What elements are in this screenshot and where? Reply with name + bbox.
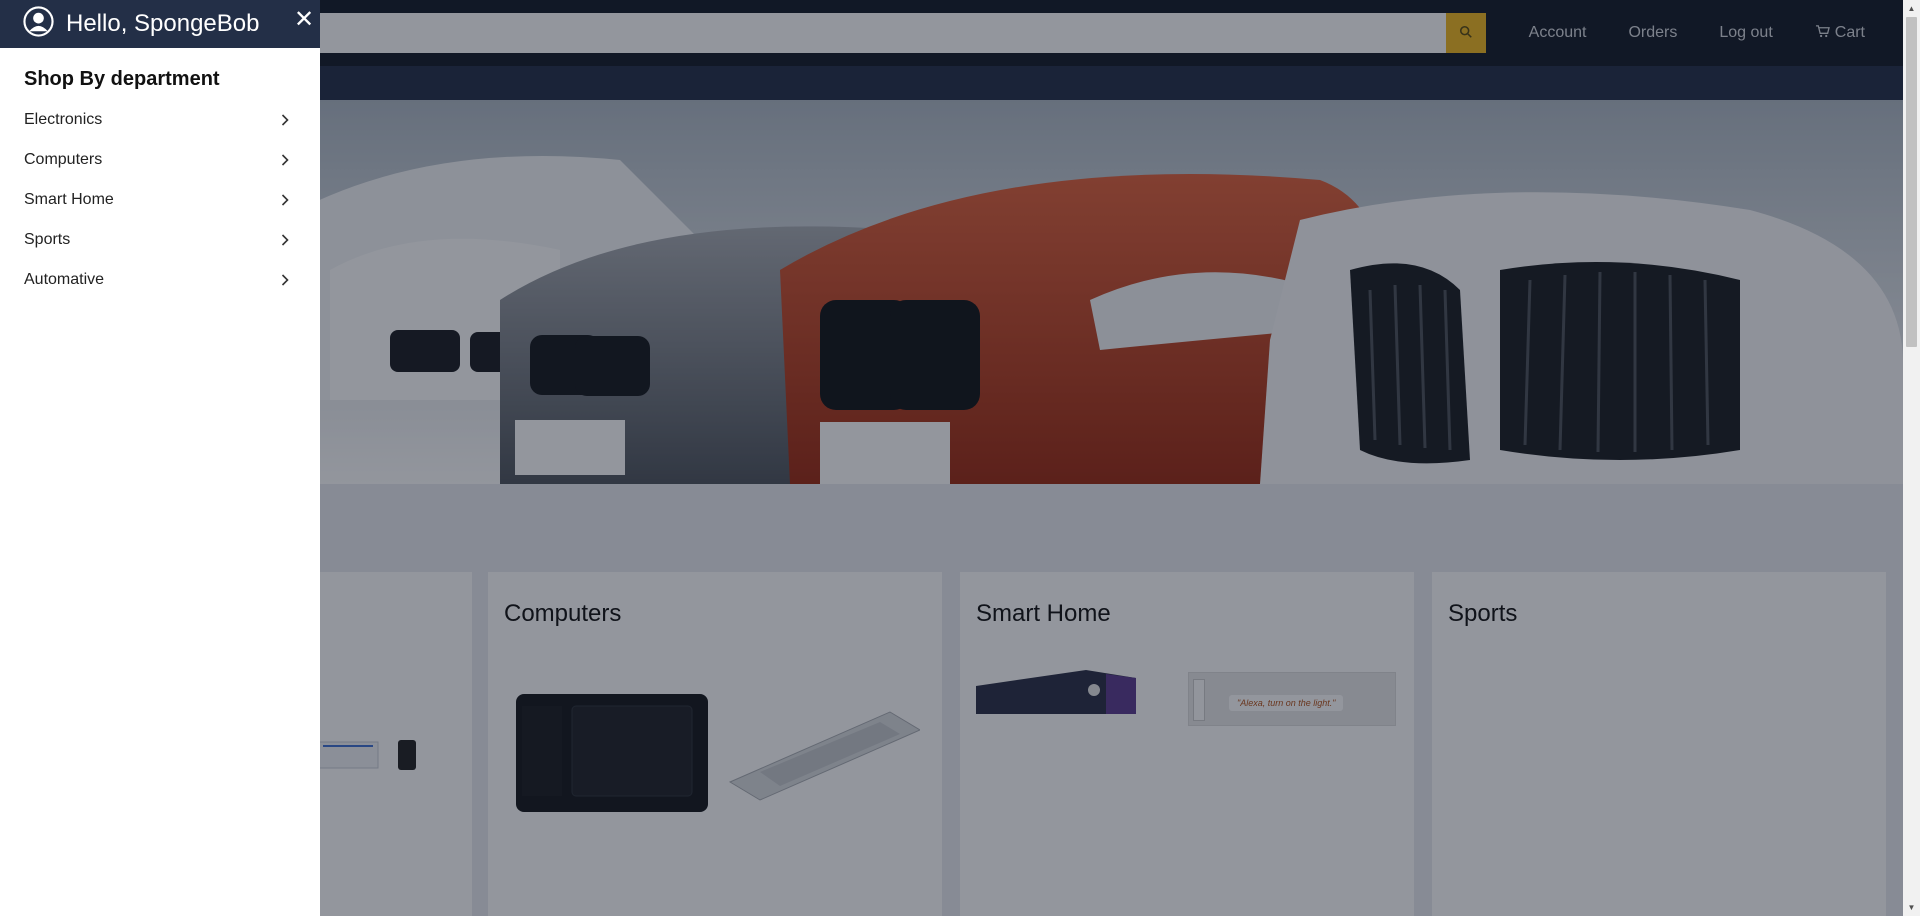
sidebar-item-label: Electronics bbox=[24, 111, 103, 128]
chevron-right-icon bbox=[280, 273, 290, 287]
scroll-thumb[interactable] bbox=[1906, 17, 1917, 347]
chevron-right-icon bbox=[280, 153, 290, 167]
greeting-text: Hello, SpongeBob bbox=[66, 10, 260, 37]
scroll-down-arrow[interactable]: ▼ bbox=[1903, 899, 1920, 916]
user-circle-icon bbox=[23, 6, 54, 42]
chevron-right-icon bbox=[280, 113, 290, 127]
chevron-right-icon bbox=[280, 193, 290, 207]
sidebar-item-label: Sports bbox=[24, 231, 71, 248]
sidebar-item-label: Smart Home bbox=[24, 191, 114, 208]
sidebar-item-electronics[interactable]: Electronics bbox=[0, 100, 320, 140]
page-scrollbar[interactable]: ▲ ▼ bbox=[1903, 0, 1920, 916]
sidebar-item-sports[interactable]: Sports bbox=[0, 220, 320, 260]
department-list: Electronics Computers Smart Home Sports … bbox=[0, 100, 320, 300]
scroll-up-arrow[interactable]: ▲ bbox=[1903, 0, 1920, 17]
chevron-right-icon bbox=[280, 233, 290, 247]
sidebar-header: Hello, SpongeBob ✕ bbox=[0, 0, 320, 48]
sidebar-item-computers[interactable]: Computers bbox=[0, 140, 320, 180]
sidebar-item-label: Computers bbox=[24, 151, 103, 168]
department-sidebar: Hello, SpongeBob ✕ Shop By department El… bbox=[0, 0, 320, 916]
sidebar-item-automative[interactable]: Automative bbox=[0, 260, 320, 300]
sidebar-item-label: Automative bbox=[24, 271, 105, 288]
close-icon[interactable]: ✕ bbox=[294, 6, 314, 34]
sidebar-item-smart-home[interactable]: Smart Home bbox=[0, 180, 320, 220]
